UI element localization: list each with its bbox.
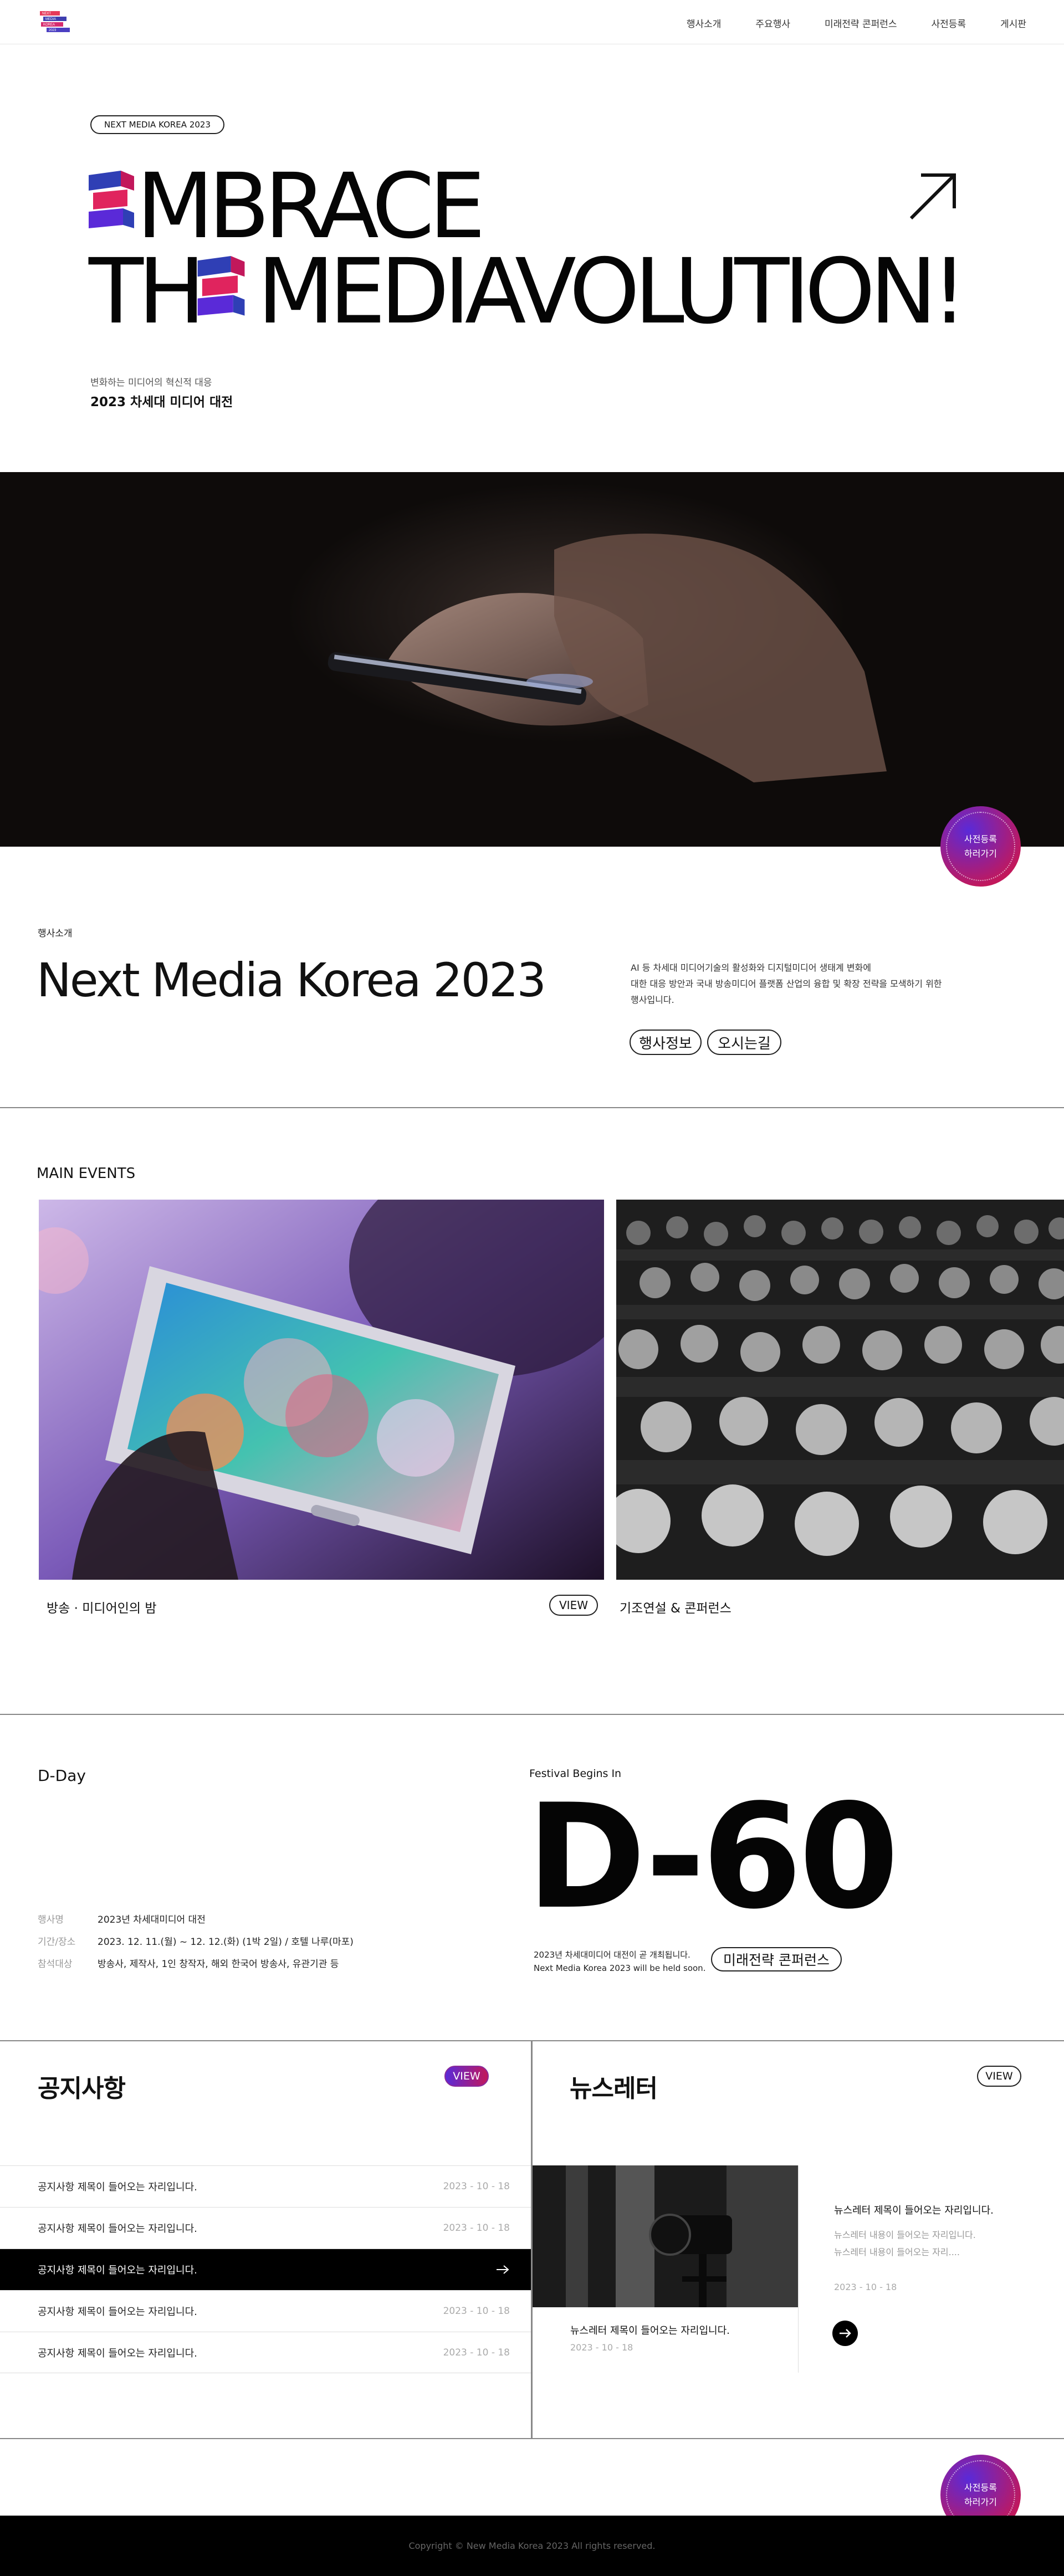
dday-countdown: D-60 xyxy=(526,1774,899,1941)
notice-row[interactable]: 공지사항 제목이 들어오는 자리입니다. 2023 - 10 - 18 xyxy=(0,2207,531,2249)
logo-cube-icon-2 xyxy=(197,256,245,316)
dday-note-ko: 2023년 차세대미디어 대전이 곧 개최됩니다. xyxy=(534,1950,690,1960)
notice-row-date: 2023 - 10 - 18 xyxy=(443,2222,510,2234)
dday-note-en: Next Media Korea 2023 will be held soon. xyxy=(534,1963,706,1973)
about-label: 행사소개 xyxy=(38,928,73,939)
section-divider-2 xyxy=(0,1714,1064,1715)
logo-word-2: MEDIA xyxy=(45,18,56,21)
about-desc-line-3: 행사입니다. xyxy=(631,995,674,1005)
notice-row[interactable]: 공지사항 제목이 들어오는 자리입니다. 2023 - 10 - 18 xyxy=(0,2290,531,2332)
newsletter-item-date-1: 2023 - 10 - 18 xyxy=(570,2342,633,2353)
event-info-row-name: 행사명 2023년 차세대미디어 대전 xyxy=(38,1912,206,1925)
dday-note: 2023년 차세대미디어 대전이 곧 개최됩니다. Next Media Kor… xyxy=(534,1948,705,1975)
notice-row[interactable]: 공지사항 제목이 들어오는 자리입니다. 2023 - 10 - 18 xyxy=(0,2332,531,2373)
info-key: 기간/장소 xyxy=(38,1937,76,1948)
event-card-image-1[interactable] xyxy=(39,1200,604,1580)
logo-cube-icon xyxy=(89,171,134,228)
site-header: NEXT MEDIA KOREA 2023 행사소개 주요행사 미래전략 콘퍼런… xyxy=(0,0,1064,44)
event-card-title-2[interactable]: 기조연설 & 콘퍼런스 xyxy=(620,1597,732,1616)
intro-title: 2023 차세대 미디어 대전 xyxy=(90,395,233,409)
notice-row-title: 공지사항 제목이 들어오는 자리입니다. xyxy=(38,2306,197,2318)
logo-word-1: NEXT xyxy=(42,12,51,16)
arrow-up-right-icon[interactable] xyxy=(907,170,960,223)
newsletter-divider xyxy=(798,2165,799,2373)
info-value: 2023년 차세대미디어 대전 xyxy=(98,1914,206,1925)
event-card-title-1[interactable]: 방송 · 미디어인의 밤 xyxy=(47,1597,157,1616)
float-ring xyxy=(946,812,1015,881)
about-desc-line-2: 대한 대응 방안과 국내 방송미디어 플랫폼 산업의 융합 및 확장 전략을 모… xyxy=(631,979,942,989)
nav-item-about[interactable]: 행사소개 xyxy=(687,16,722,30)
event-info-button[interactable]: 행사정보 xyxy=(630,1030,702,1055)
notice-row-title: 공지사항 제목이 들어오는 자리입니다. xyxy=(38,2223,197,2235)
directions-button[interactable]: 오시는길 xyxy=(707,1030,781,1055)
newsletter-title: 뉴스레터 xyxy=(570,2075,658,2103)
newsletter-item-date-2: 2023 - 10 - 18 xyxy=(834,2282,897,2292)
logo-word-3: KOREA xyxy=(43,23,55,27)
info-key: 행사명 xyxy=(38,1914,64,1925)
main-events-label: MAIN EVENTS xyxy=(37,1165,136,1182)
headline-line-2-start: TH xyxy=(89,240,206,344)
info-value: 2023. 12. 11.(월) ~ 12. 12.(화) (1박 2일) / … xyxy=(98,1937,354,1948)
about-title: Next Media Korea 2023 xyxy=(37,953,546,1007)
notice-row-date: 2023 - 10 - 18 xyxy=(443,2181,510,2192)
copyright-text: Copyright © New Media Korea 2023 All rig… xyxy=(408,2541,656,2551)
notice-row-active[interactable]: 공지사항 제목이 들어오는 자리입니다. xyxy=(0,2249,531,2290)
event-view-button[interactable]: VIEW xyxy=(549,1595,598,1616)
info-value: 방송사, 제작사, 1인 창작자, 해외 한국어 방송사, 유관기관 등 xyxy=(98,1959,339,1970)
intro-subtitle: 변화하는 미디어의 혁신적 대응 xyxy=(90,377,212,388)
conference-button[interactable]: 미래전략 콘퍼런스 xyxy=(711,1947,842,1971)
notice-row[interactable]: 공지사항 제목이 들어오는 자리입니다. 2023 - 10 - 18 xyxy=(0,2165,531,2207)
about-description: AI 등 차세대 미디어기술의 활성화와 디지털미디어 생태계 변화에 대한 대… xyxy=(631,960,963,1008)
info-key: 참석대상 xyxy=(38,1959,73,1970)
nav-item-conference[interactable]: 미래전략 콘퍼런스 xyxy=(825,16,897,30)
headline-line-1: MBRACE xyxy=(136,155,485,259)
notice-row-title: 공지사항 제목이 들어오는 자리입니다. xyxy=(38,2347,197,2359)
logo-word-4: 2023 xyxy=(49,29,57,32)
about-desc-line-1: AI 등 차세대 미디어기술의 활성화와 디지털미디어 생태계 변화에 xyxy=(631,962,871,973)
notice-row-title: 공지사항 제목이 들어오는 자리입니다. xyxy=(38,2265,197,2276)
nav-item-board[interactable]: 게시판 xyxy=(1000,16,1026,30)
nav-item-events[interactable]: 주요행사 xyxy=(755,16,790,30)
event-info-row-target: 참석대상 방송사, 제작사, 1인 창작자, 해외 한국어 방송사, 유관기관 등 xyxy=(38,1956,339,1970)
notice-view-button[interactable]: VIEW xyxy=(444,2066,489,2087)
notice-row-date: 2023 - 10 - 18 xyxy=(443,2306,510,2317)
dday-label: D-Day xyxy=(38,1766,86,1785)
main-nav: 행사소개 주요행사 미래전략 콘퍼런스 사전등록 게시판 xyxy=(687,16,1026,30)
headline-line-2-end: MEDIAVOLUTION! xyxy=(257,240,968,344)
hero-image xyxy=(0,472,1064,847)
section-divider xyxy=(0,1107,1064,1108)
newsletter-view-button[interactable]: VIEW xyxy=(977,2066,1021,2087)
newsletter-image[interactable] xyxy=(533,2165,798,2307)
event-card-image-2[interactable] xyxy=(616,1200,1064,1580)
newsletter-item-text-2: 뉴스레터 내용이 들어오는 자리.... xyxy=(834,2247,960,2257)
notice-row-title: 공지사항 제목이 들어오는 자리입니다. xyxy=(38,2181,197,2193)
register-float-button[interactable]: 사전등록 하러가기 xyxy=(940,806,1021,887)
newsletter-item-title-1[interactable]: 뉴스레터 제목이 들어오는 자리입니다. xyxy=(570,2323,730,2337)
arrow-right-icon[interactable] xyxy=(832,2321,858,2346)
nav-item-register[interactable]: 사전등록 xyxy=(932,16,966,30)
event-info-row-period: 기간/장소 2023. 12. 11.(월) ~ 12. 12.(화) (1박 2… xyxy=(38,1934,354,1948)
newsletter-item-text-1: 뉴스레터 내용이 들어오는 자리입니다. xyxy=(834,2230,976,2240)
newsletter-item-title-2[interactable]: 뉴스레터 제목이 들어오는 자리입니다. xyxy=(834,2203,994,2217)
site-logo[interactable]: NEXT MEDIA KOREA 2023 xyxy=(38,8,76,37)
notice-title: 공지사항 xyxy=(38,2075,126,2103)
site-footer: Copyright © New Media Korea 2023 All rig… xyxy=(0,2516,1064,2576)
notice-row-date: 2023 - 10 - 18 xyxy=(443,2347,510,2358)
event-eyebrow-badge: NEXT MEDIA KOREA 2023 xyxy=(90,115,224,134)
arrow-right-icon xyxy=(497,2265,509,2274)
